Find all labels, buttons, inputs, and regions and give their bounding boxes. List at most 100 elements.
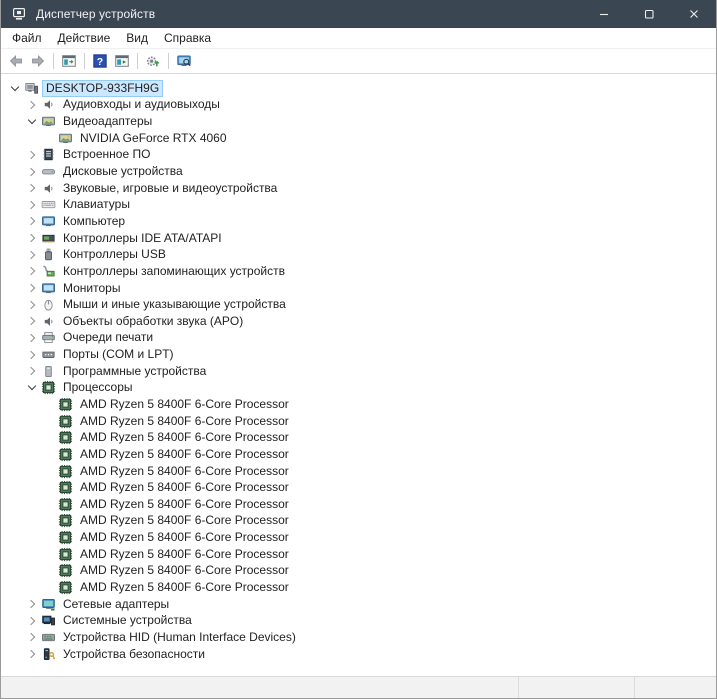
tree-item-processor-core-5[interactable]: AMD Ryzen 5 8400F 6-Core Processor — [1, 463, 716, 480]
tree-item-label: Дисковые устройства — [63, 164, 183, 179]
tree-item-processor-core-10[interactable]: AMD Ryzen 5 8400F 6-Core Processor — [1, 546, 716, 563]
usb-icon — [40, 247, 56, 262]
close-button[interactable] — [671, 0, 716, 28]
device-manager-icon — [11, 6, 27, 22]
chevron-right-icon[interactable] — [24, 147, 40, 163]
chevron-right-icon[interactable] — [24, 330, 40, 346]
tree-item-audio-inputs-outputs[interactable]: Аудиовходы и аудиовыходы — [1, 97, 716, 114]
chevron-placeholder — [41, 546, 57, 562]
maximize-icon — [641, 6, 657, 22]
chevron-right-icon[interactable] — [24, 164, 40, 180]
monitor-icon — [40, 281, 56, 296]
scan-hardware-changes-button[interactable] — [173, 50, 195, 72]
tree-item-label: Объекты обработки звука (APO) — [63, 313, 244, 328]
tree-item-processor-core-3[interactable]: AMD Ryzen 5 8400F 6-Core Processor — [1, 429, 716, 446]
chevron-right-icon[interactable] — [24, 596, 40, 612]
tree-item-desktop-root[interactable]: DESKTOP-933FH9G — [1, 79, 716, 97]
chevron-right-icon[interactable] — [24, 613, 40, 629]
svg-text:?: ? — [97, 56, 103, 68]
chevron-right-icon[interactable] — [24, 646, 40, 662]
minimize-button[interactable] — [581, 0, 626, 28]
back-button[interactable] — [5, 50, 27, 72]
forward-button[interactable] — [27, 50, 49, 72]
tree-item-sound-game-video-devices[interactable]: Звуковые, игровые и видеоустройства — [1, 180, 716, 197]
chevron-right-icon[interactable] — [24, 280, 40, 296]
chevron-right-icon[interactable] — [24, 230, 40, 246]
tree-item-display-adapters[interactable]: Видеоадаптеры — [1, 113, 716, 130]
tree-item-network-adapters[interactable]: Сетевые адаптеры — [1, 596, 716, 613]
tree-item-computer[interactable]: Компьютер — [1, 213, 716, 230]
maximize-button[interactable] — [626, 0, 671, 28]
tree-item-system-devices[interactable]: Системные устройства — [1, 613, 716, 630]
tree-item-processor-core-4[interactable]: AMD Ryzen 5 8400F 6-Core Processor — [1, 446, 716, 463]
chevron-right-icon[interactable] — [24, 347, 40, 363]
tree-item-label: NVIDIA GeForce RTX 4060 — [80, 130, 227, 145]
tree-item-label: AMD Ryzen 5 8400F 6-Core Processor — [80, 496, 289, 511]
help-button[interactable]: ? — [89, 50, 111, 72]
tree-item-label: AMD Ryzen 5 8400F 6-Core Processor — [80, 446, 289, 461]
tree-item-firmware[interactable]: Встроенное ПО — [1, 147, 716, 164]
tree-item-disk-drives[interactable]: Дисковые устройства — [1, 163, 716, 180]
properties-window-icon — [114, 53, 130, 69]
menu-bar: Файл Действие Вид Справка — [1, 28, 716, 49]
tree-item-processor-core-8[interactable]: AMD Ryzen 5 8400F 6-Core Processor — [1, 513, 716, 530]
properties-button[interactable] — [111, 50, 133, 72]
keyboard-icon — [40, 197, 56, 212]
chevron-placeholder — [41, 463, 57, 479]
status-pane-right — [635, 677, 716, 698]
chevron-down-icon[interactable] — [7, 80, 23, 96]
chevron-right-icon[interactable] — [24, 247, 40, 263]
tree-item-monitors[interactable]: Мониторы — [1, 280, 716, 297]
tree-item-processor-core-1[interactable]: AMD Ryzen 5 8400F 6-Core Processor — [1, 396, 716, 413]
tree-item-security-devices[interactable]: Устройства безопасности — [1, 646, 716, 663]
cpu-icon — [57, 563, 73, 578]
cpu-icon — [57, 530, 73, 545]
tree-item-mice-pointing-devices[interactable]: Мыши и иные указывающие устройства — [1, 296, 716, 313]
tree-item-processor-core-6[interactable]: AMD Ryzen 5 8400F 6-Core Processor — [1, 479, 716, 496]
chevron-placeholder — [41, 580, 57, 596]
chevron-right-icon[interactable] — [24, 363, 40, 379]
tree-item-usb-controllers[interactable]: Контроллеры USB — [1, 246, 716, 263]
status-pane-secondary — [519, 677, 634, 698]
tree-item-label: AMD Ryzen 5 8400F 6-Core Processor — [80, 463, 289, 478]
menu-view[interactable]: Вид — [118, 30, 156, 46]
tree-item-nvidia-geforce-rtx-4060[interactable]: NVIDIA GeForce RTX 4060 — [1, 130, 716, 147]
tree-item-processor-core-11[interactable]: AMD Ryzen 5 8400F 6-Core Processor — [1, 563, 716, 580]
speaker-icon — [40, 181, 56, 196]
monitor-icon — [40, 214, 56, 229]
show-console-tree-button[interactable] — [58, 50, 80, 72]
chevron-right-icon[interactable] — [24, 313, 40, 329]
menu-help[interactable]: Справка — [156, 30, 219, 46]
chevron-right-icon[interactable] — [24, 213, 40, 229]
tree-item-hid-devices[interactable]: Устройства HID (Human Interface Devices) — [1, 629, 716, 646]
tree-item-print-queues[interactable]: Очереди печати — [1, 330, 716, 347]
menu-file[interactable]: Файл — [4, 30, 50, 46]
tree-item-software-devices[interactable]: Программные устройства — [1, 363, 716, 380]
menu-action[interactable]: Действие — [50, 30, 119, 46]
tree-item-label: AMD Ryzen 5 8400F 6-Core Processor — [80, 413, 289, 428]
tree-item-processor-core-2[interactable]: AMD Ryzen 5 8400F 6-Core Processor — [1, 413, 716, 430]
chevron-right-icon[interactable] — [24, 197, 40, 213]
tree-item-processor-core-9[interactable]: AMD Ryzen 5 8400F 6-Core Processor — [1, 529, 716, 546]
chevron-down-icon[interactable] — [24, 380, 40, 396]
toolbar-separator — [53, 53, 54, 69]
tree-item-processor-core-7[interactable]: AMD Ryzen 5 8400F 6-Core Processor — [1, 496, 716, 513]
chevron-right-icon[interactable] — [24, 297, 40, 313]
tree-item-storage-controllers[interactable]: Контроллеры запоминающих устройств — [1, 263, 716, 280]
chevron-placeholder — [41, 530, 57, 546]
chevron-right-icon[interactable] — [24, 629, 40, 645]
tree-item-processors[interactable]: Процессоры — [1, 380, 716, 397]
tree-item-ports-com-lpt[interactable]: Порты (COM и LPT) — [1, 346, 716, 363]
tree-item-label: AMD Ryzen 5 8400F 6-Core Processor — [80, 546, 289, 561]
update-driver-button[interactable] — [142, 50, 164, 72]
chevron-right-icon[interactable] — [24, 97, 40, 113]
chevron-right-icon[interactable] — [24, 180, 40, 196]
console-tree-icon — [61, 53, 77, 69]
tree-item-ide-ata-atapi-controllers[interactable]: Контроллеры IDE ATA/ATAPI — [1, 230, 716, 247]
tree-item-audio-processing-objects[interactable]: Объекты обработки звука (APO) — [1, 313, 716, 330]
chevron-down-icon[interactable] — [24, 114, 40, 130]
cpu-icon — [57, 464, 73, 479]
chevron-right-icon[interactable] — [24, 263, 40, 279]
tree-item-processor-core-12[interactable]: AMD Ryzen 5 8400F 6-Core Processor — [1, 579, 716, 596]
tree-item-keyboards[interactable]: Клавиатуры — [1, 196, 716, 213]
